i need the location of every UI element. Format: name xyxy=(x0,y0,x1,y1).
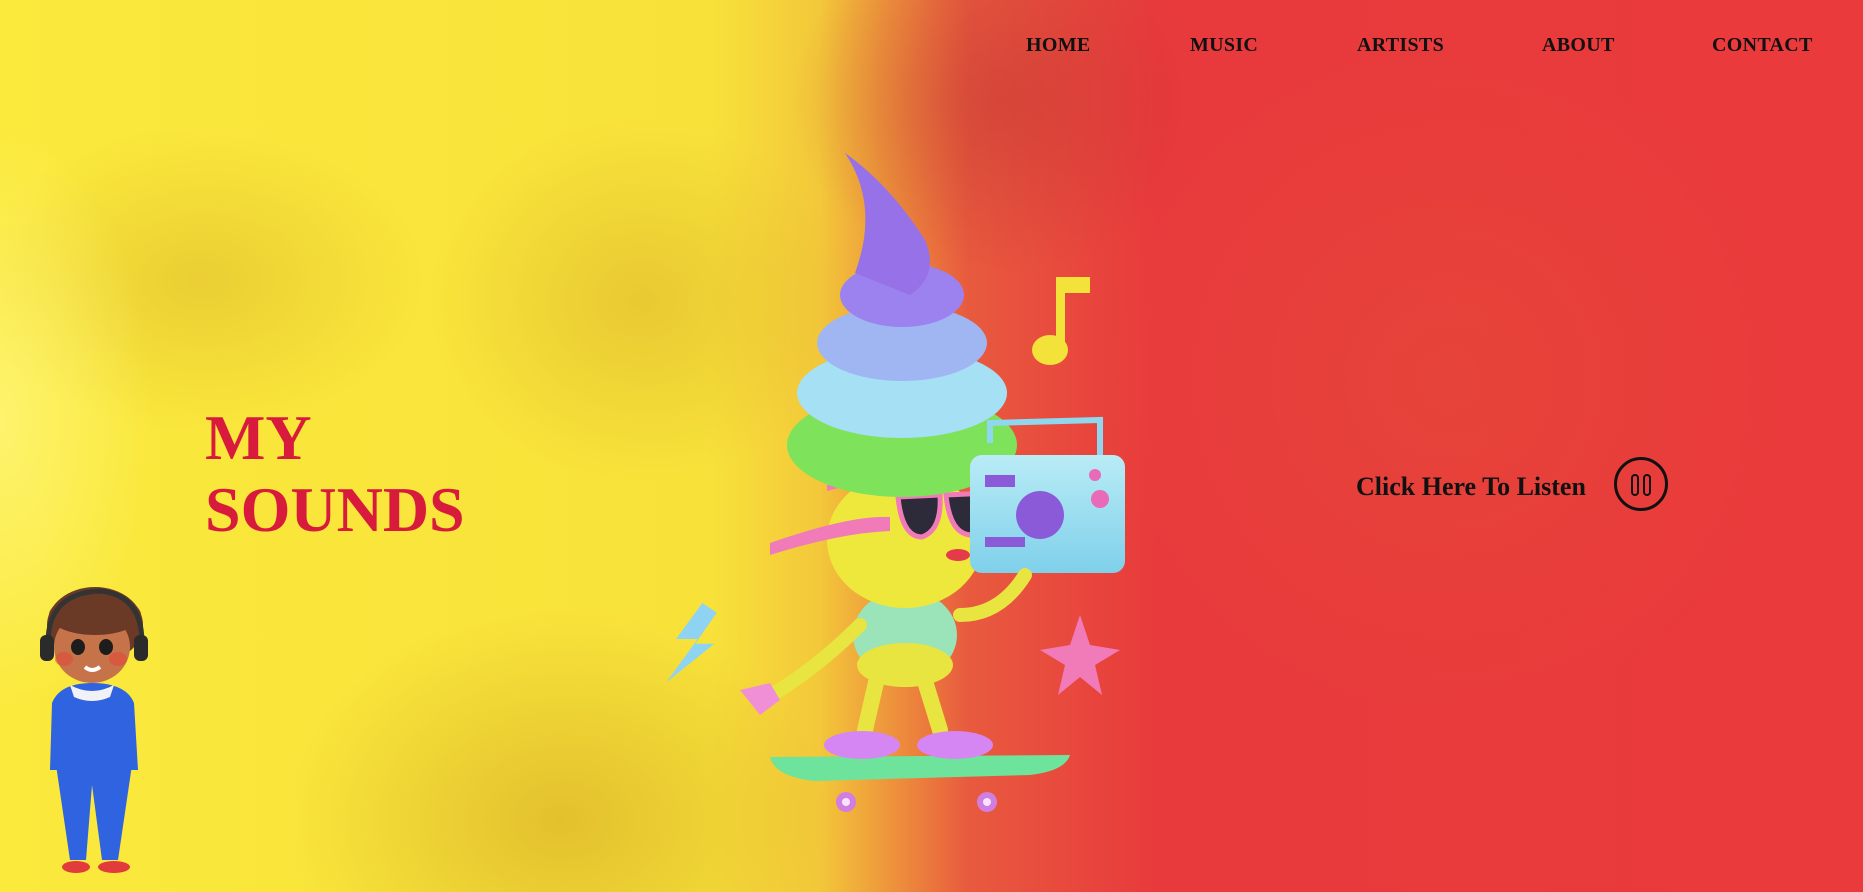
music-note-icon xyxy=(1032,277,1090,365)
skateboard xyxy=(770,755,1070,812)
nav-artists-link[interactable]: ARTISTS xyxy=(1357,34,1444,57)
star-icon xyxy=(1040,615,1120,695)
title-line-1: MY xyxy=(205,402,312,473)
boy-with-headphones-illustration xyxy=(40,587,148,873)
ice-cream-skater-illustration xyxy=(666,153,1125,812)
pause-button[interactable] xyxy=(1614,457,1668,511)
pause-icon xyxy=(1631,474,1639,496)
soft-serve-swirl xyxy=(787,153,1017,497)
nav-about-link[interactable]: ABOUT xyxy=(1542,34,1615,57)
nav-contact-link[interactable]: CONTACT xyxy=(1712,34,1813,57)
nav-music-link[interactable]: MUSIC xyxy=(1190,34,1258,57)
nav-home-link[interactable]: HOME xyxy=(1026,34,1091,57)
lightning-icon xyxy=(666,603,717,683)
listen-label[interactable]: Click Here To Listen xyxy=(1356,472,1586,502)
page-title: MY SOUNDS xyxy=(205,402,465,546)
top-navigation: HOME MUSIC ARTISTS ABOUT CONTACT xyxy=(0,34,1863,58)
pause-icon xyxy=(1643,474,1651,496)
title-line-2: SOUNDS xyxy=(205,474,465,545)
